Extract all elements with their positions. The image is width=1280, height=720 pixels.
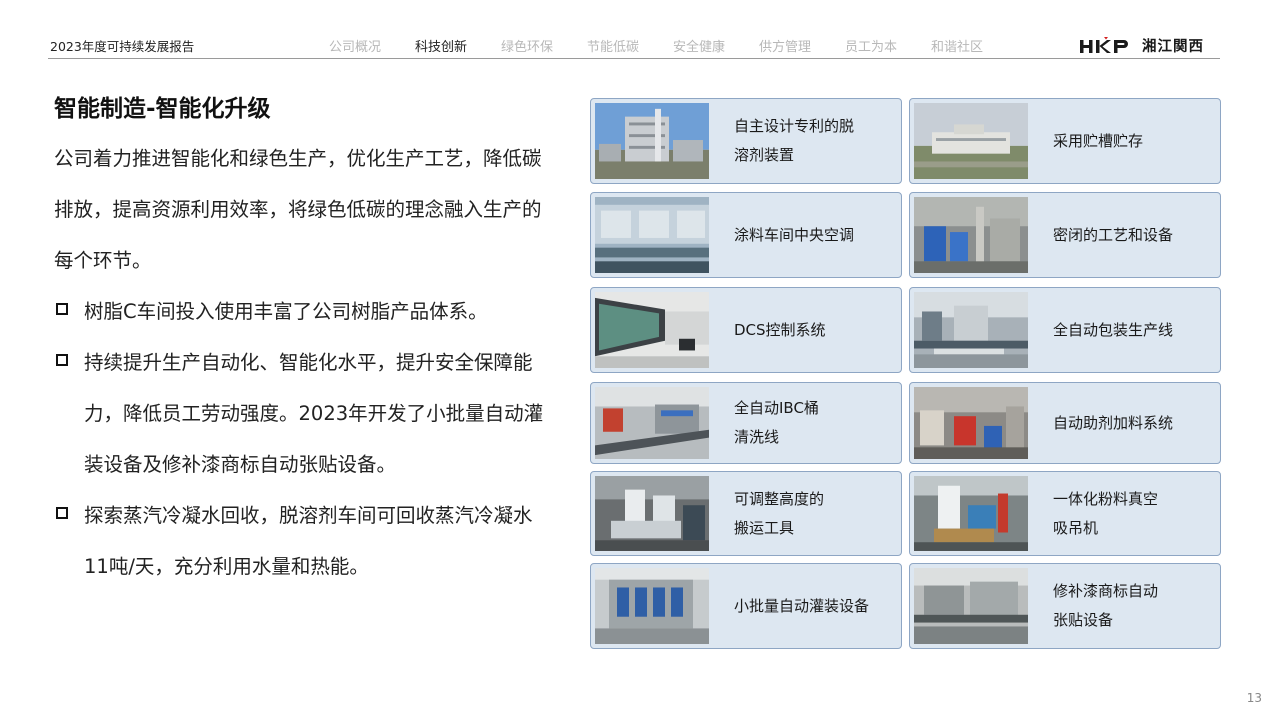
card-dcs-control[interactable]: DCS控制系统 — [590, 287, 902, 373]
nav-item-energy[interactable]: 节能低碳 — [570, 36, 656, 55]
card-air-conditioning[interactable]: 涂料车间中央空调 — [590, 192, 902, 278]
card-storage-tank[interactable]: 采用贮槽贮存 — [909, 98, 1221, 184]
card-filling-machine[interactable]: 小批量自动灌装设备 — [590, 563, 902, 649]
filling-machine-photo — [595, 568, 709, 644]
card-label: 全自动IBC桶 清洗线 — [734, 399, 819, 446]
card-label: 可调整高度的 搬运工具 — [734, 489, 825, 537]
card-solvent-device[interactable]: 自主设计专利的脱 溶剂装置 — [590, 98, 902, 184]
card-label: 密闭的工艺和设备 — [1053, 225, 1174, 244]
card-label: 涂料车间中央空调 — [734, 225, 855, 244]
lifting-tool-photo — [595, 476, 709, 551]
bullet-item: 持续提升生产自动化、智能化水平，提升安全保障能力，降低员工劳动强度。2023年开… — [54, 337, 554, 490]
ibc-washing-photo — [595, 387, 709, 459]
nav-item-green[interactable]: 绿色环保 — [484, 36, 570, 55]
card-label: 自动助剂加料系统 — [1053, 413, 1174, 432]
square-bullet-icon — [56, 507, 68, 519]
card-ibc-washing[interactable]: 全自动IBC桶 清洗线 — [590, 382, 902, 464]
nav-item-employees[interactable]: 员工为本 — [828, 36, 914, 55]
dosing-system-photo — [914, 387, 1028, 459]
bullet-item: 探索蒸汽冷凝水回收，脱溶剂车间可回收蒸汽冷凝水11吨/天，充分利用水量和热能。 — [54, 490, 554, 592]
bullet-list: 树脂C车间投入使用丰富了公司树脂产品体系。 持续提升生产自动化、智能化水平，提升… — [54, 286, 554, 592]
company-logo: 湘江関西 — [1080, 35, 1204, 56]
card-sealed-equipment[interactable]: 密闭的工艺和设备 — [909, 192, 1221, 278]
intro-paragraph: 公司着力推进智能化和绿色生产，优化生产工艺，降低碳排放，提高资源利用效率，将绿色… — [54, 147, 542, 272]
card-label: 全自动包装生产线 — [1053, 320, 1174, 339]
card-dosing-system[interactable]: 自动助剂加料系统 — [909, 382, 1221, 464]
packaging-line-photo — [914, 292, 1028, 368]
storage-tank-photo — [914, 103, 1028, 179]
nav-item-safety[interactable]: 安全健康 — [656, 36, 742, 55]
square-bullet-icon — [56, 303, 68, 315]
top-nav: 公司概况 科技创新 绿色环保 节能低碳 安全健康 供方管理 员工为本 和谐社区 — [312, 36, 1000, 55]
card-label: 修补漆商标自动 张贴设备 — [1053, 582, 1159, 629]
card-label: 一体化粉料真空 吸吊机 — [1053, 489, 1159, 537]
page-number: 13 — [1246, 691, 1262, 705]
nav-item-overview[interactable]: 公司概况 — [312, 36, 398, 55]
sealed-equipment-photo — [914, 197, 1028, 273]
vacuum-lifter-photo — [914, 476, 1028, 551]
header-divider — [48, 58, 1220, 59]
card-vacuum-lifter[interactable]: 一体化粉料真空 吸吊机 — [909, 471, 1221, 556]
nav-item-innovation[interactable]: 科技创新 — [398, 36, 484, 55]
card-label: 采用贮槽贮存 — [1053, 131, 1144, 150]
card-label: 自主设计专利的脱 溶剂装置 — [734, 117, 855, 164]
logo-text: 湘江関西 — [1142, 39, 1204, 55]
card-lifting-tool[interactable]: 可调整高度的 搬运工具 — [590, 471, 902, 556]
card-packaging-line[interactable]: 全自动包装生产线 — [909, 287, 1221, 373]
nav-item-suppliers[interactable]: 供方管理 — [742, 36, 828, 55]
air-conditioning-photo — [595, 197, 709, 273]
factory-tower-photo — [595, 103, 709, 179]
card-label: DCS控制系统 — [734, 320, 826, 339]
control-room-photo — [595, 292, 709, 368]
report-title: 2023年度可持续发展报告 — [50, 39, 195, 54]
page-title: 智能制造-智能化升级 — [54, 96, 271, 122]
square-bullet-icon — [56, 354, 68, 366]
bullet-text: 探索蒸汽冷凝水回收，脱溶剂车间可回收蒸汽冷凝水11吨/天，充分利用水量和热能。 — [84, 504, 533, 578]
bullet-text: 树脂C车间投入使用丰富了公司树脂产品体系。 — [84, 300, 488, 323]
card-label: 小批量自动灌装设备 — [734, 596, 870, 615]
hkp-logo-icon — [1080, 36, 1128, 53]
labeling-machine-photo — [914, 568, 1028, 644]
bullet-text: 持续提升生产自动化、智能化水平，提升安全保障能力，降低员工劳动强度。2023年开… — [84, 351, 544, 476]
bullet-item: 树脂C车间投入使用丰富了公司树脂产品体系。 — [54, 286, 554, 337]
card-labeling-machine[interactable]: 修补漆商标自动 张贴设备 — [909, 563, 1221, 649]
nav-item-community[interactable]: 和谐社区 — [914, 36, 1000, 55]
